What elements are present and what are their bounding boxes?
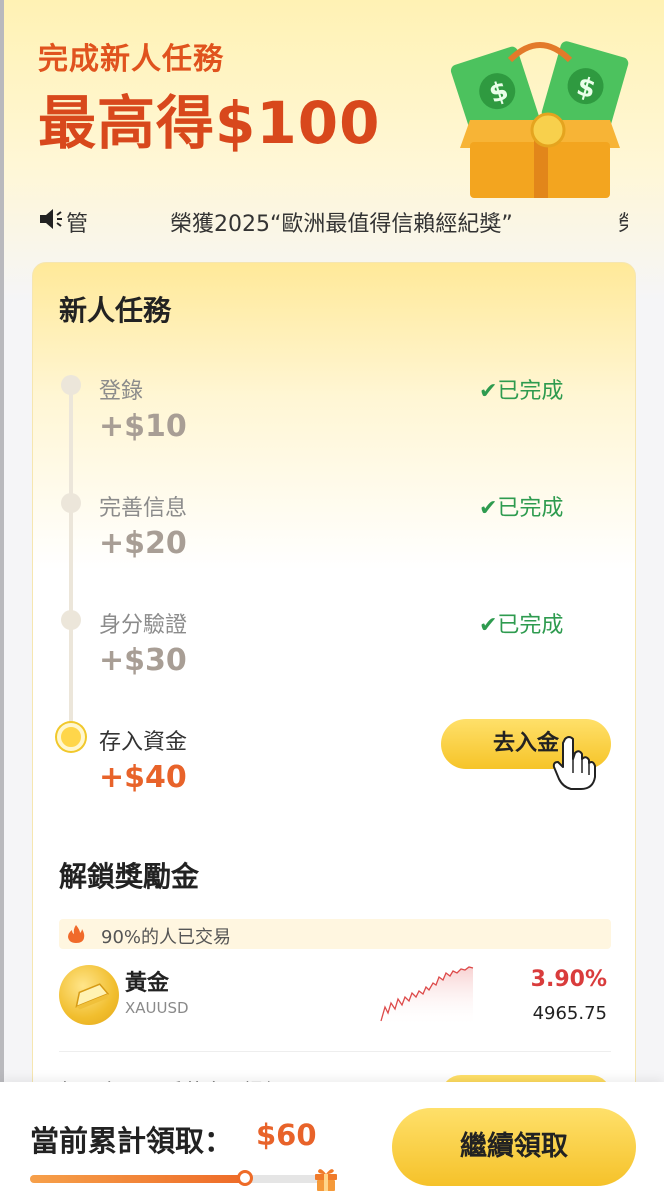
total-claimed-label: 當前累計領取： (30, 1124, 234, 1158)
bottom-bar: 當前累計領取： $60 繼續領取 (0, 1082, 664, 1200)
task-completed-status: ✔已完成 (479, 496, 564, 521)
asset-symbol: XAUUSD (125, 999, 189, 1017)
hero-subtitle: 完成新人任務 (38, 42, 224, 77)
announcement-marquee[interactable]: 管 榮獲2025“歐洲最值得信賴經紀獎” 榮 (38, 204, 628, 238)
task-completed-status: ✔已完成 (479, 613, 564, 638)
unlock-rewards-title: 解鎖獎勵金 (59, 860, 200, 893)
task-name: 存入資金 (99, 730, 188, 755)
timeline-dot-done (61, 375, 81, 395)
speaker-icon (40, 209, 62, 229)
task-amount: +$20 (99, 526, 187, 561)
task-name: 登錄 (99, 379, 144, 404)
task-amount: +$30 (99, 643, 187, 678)
asset-change-percent: 3.90% (530, 967, 607, 992)
task-amount: +$40 (99, 760, 187, 795)
timeline-dot-current (57, 723, 85, 751)
money-gift-box-icon: $ $ (450, 41, 629, 198)
tasks-title: 新人任務 (59, 294, 172, 327)
task-amount: +$10 (99, 409, 187, 444)
asset-name: 黃金 (125, 971, 170, 996)
continue-claim-button[interactable]: 繼續領取 (392, 1108, 636, 1186)
hero-title: 最高得$100 (38, 89, 381, 157)
divider (59, 1051, 611, 1052)
marquee-text: 榮獲2025“歐洲最值得信賴經紀獎” (170, 212, 513, 237)
reward-progress-knob (237, 1170, 253, 1186)
gold-asset-icon (59, 965, 119, 1025)
fire-icon (68, 925, 85, 943)
gift-icon (315, 1169, 337, 1191)
reward-progress-fill (30, 1175, 245, 1183)
task-name: 完善信息 (99, 496, 188, 521)
pointer-hand-icon (552, 736, 596, 790)
tasks-card: 新人任務 登錄 +$10 ✔已完成 完善信息 +$20 ✔已完成 身分驗證 +$… (32, 262, 636, 1200)
task-name: 身分驗證 (99, 613, 188, 638)
marquee-text-partial: 管 (66, 212, 89, 237)
total-claimed-amount: $60 (256, 1118, 317, 1152)
popularity-banner: 90%的人已交易 (59, 919, 611, 949)
timeline-dot-done (61, 493, 81, 513)
asset-price: 4965.75 (532, 1003, 607, 1024)
popularity-text: 90%的人已交易 (101, 927, 232, 948)
marquee-text-partial-next: 榮 (618, 206, 628, 238)
task-completed-status: ✔已完成 (479, 379, 564, 404)
window-edge (0, 0, 4, 1200)
price-sparkline (380, 966, 474, 1027)
timeline-dot-done (61, 610, 81, 630)
timeline-line (69, 383, 73, 733)
